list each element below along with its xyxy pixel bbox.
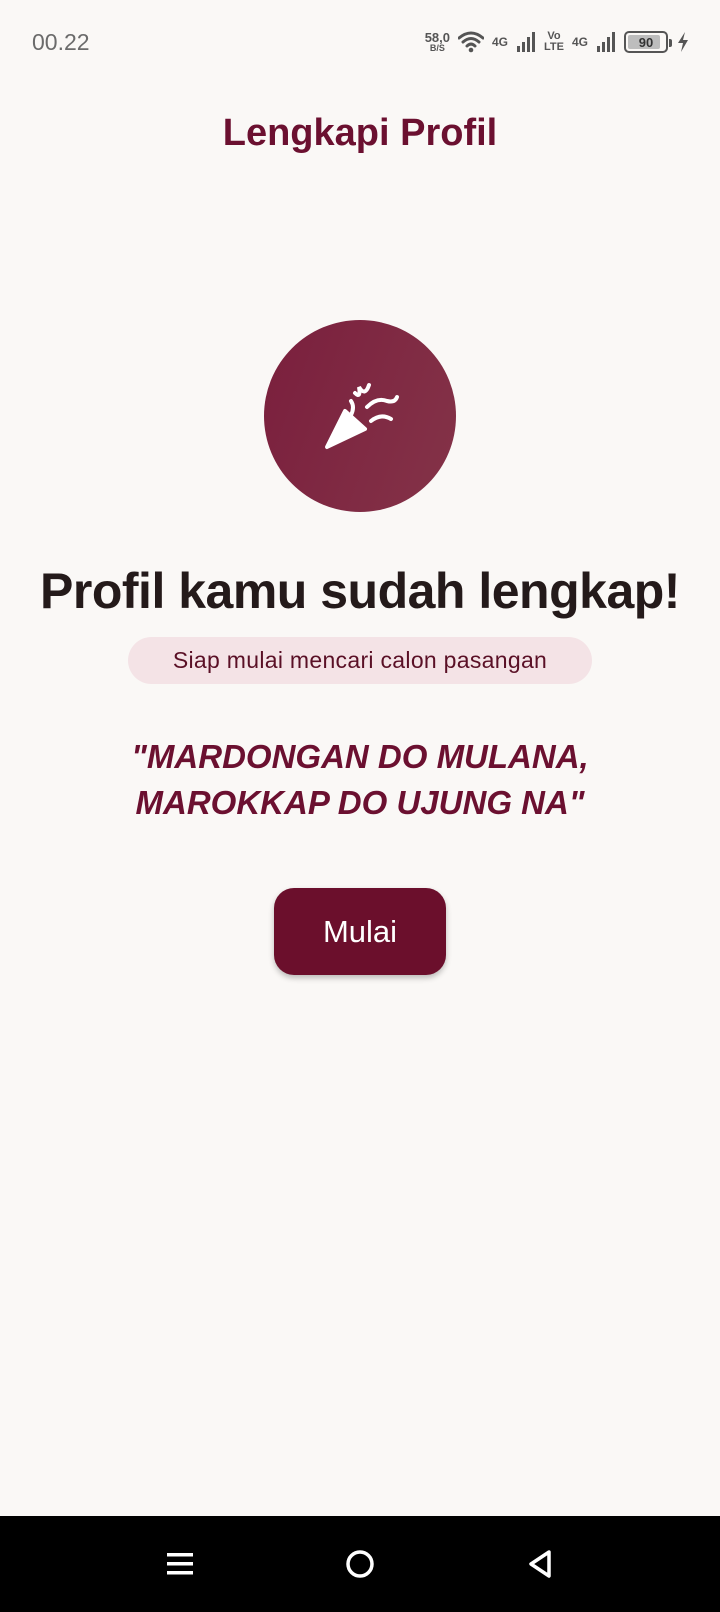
status-time: 00.22	[32, 28, 90, 55]
back-triangle-icon	[529, 1550, 551, 1578]
nav-menu-button[interactable]	[160, 1544, 200, 1584]
quote-text: "MARDONGAN DO MULANA, MAROKKAP DO UJUNG …	[40, 734, 680, 826]
subtitle-badge: Siap mulai mencari calon pasangan	[128, 637, 592, 684]
signal-icon-2	[597, 32, 615, 52]
network-speed: 58,0 B/S	[425, 31, 450, 53]
nav-home-button[interactable]	[340, 1544, 380, 1584]
celebration-badge	[264, 320, 456, 512]
quote-line-2: MAROKKAP DO UJUNG NA"	[135, 784, 585, 821]
status-bar: 00.22 58,0 B/S 4G Vo LTE 4G 90	[0, 0, 720, 84]
page-title: Lengkapi Profil	[222, 112, 498, 154]
nav-back-button[interactable]	[520, 1544, 560, 1584]
profile-complete-screen: 00.22 58,0 B/S 4G Vo LTE 4G 90 Lengkapi …	[0, 0, 720, 1612]
charging-bolt-icon	[678, 32, 688, 52]
wifi-icon	[458, 31, 484, 53]
status-icons: 58,0 B/S 4G Vo LTE 4G 90	[425, 31, 690, 53]
network-type-1: 4G	[492, 35, 509, 49]
network-speed-unit: B/S	[429, 43, 445, 53]
completion-headline: Profil kamu sudah lengkap!	[40, 563, 680, 619]
menu-icon	[167, 1553, 193, 1575]
party-popper-icon	[325, 383, 399, 449]
system-nav-bar	[0, 1516, 720, 1612]
start-button[interactable]: Mulai	[274, 888, 446, 975]
network-type-2: 4G	[571, 35, 588, 49]
signal-icon-1	[517, 32, 536, 52]
battery-level: 90	[638, 34, 654, 50]
volte-indicator: Vo LTE	[544, 31, 564, 53]
home-circle-icon	[346, 1550, 374, 1578]
quote-line-1: "MARDONGAN DO MULANA,	[131, 738, 589, 775]
volte-bottom: LTE	[544, 41, 564, 53]
battery-icon: 90	[624, 31, 672, 53]
